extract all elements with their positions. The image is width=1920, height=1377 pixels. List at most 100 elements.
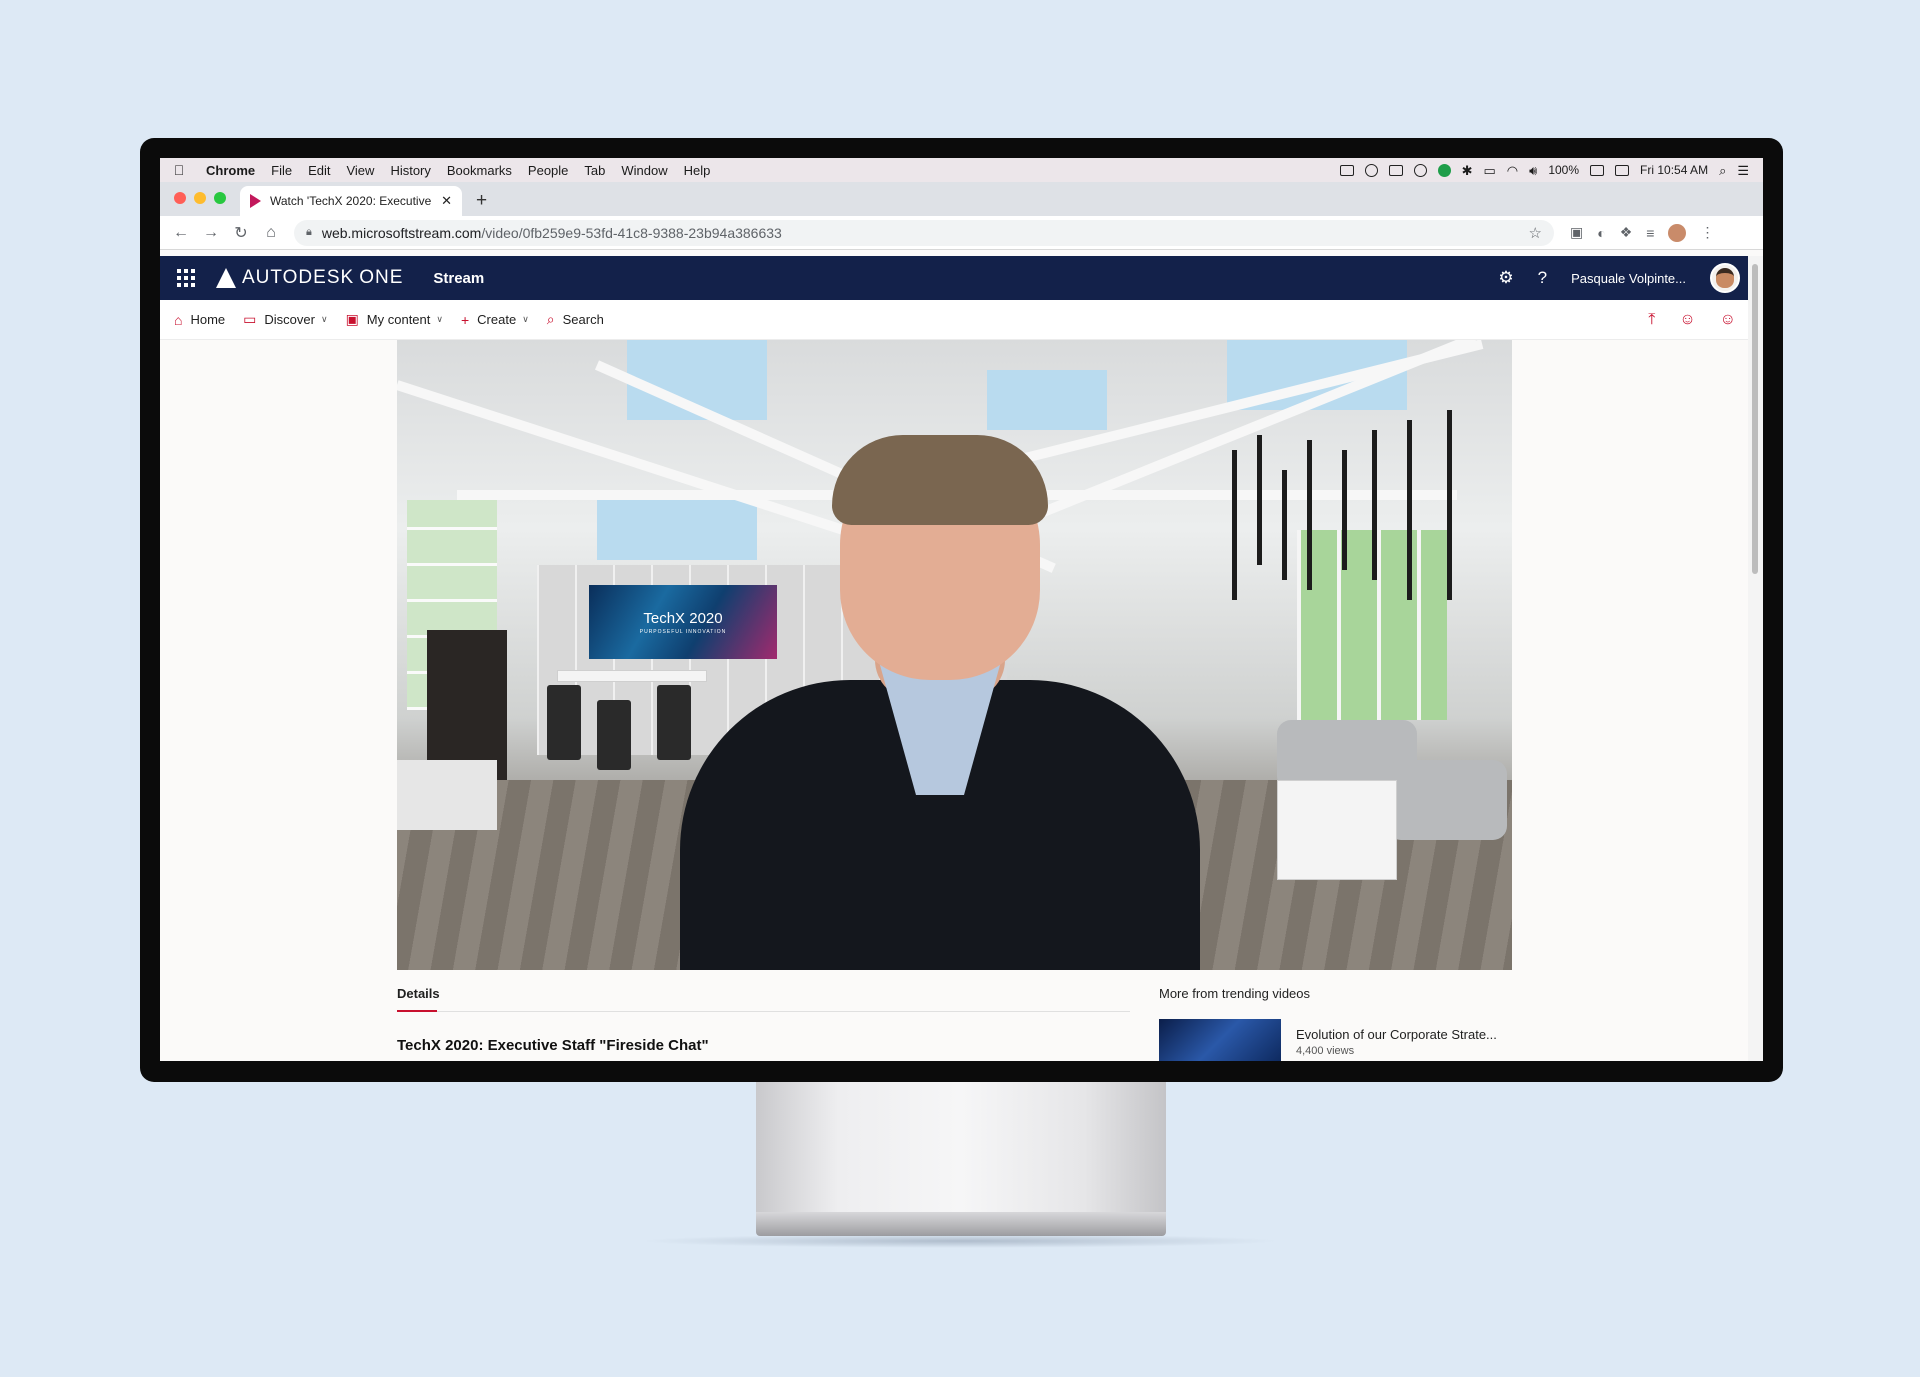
trending-video-title[interactable]: Evolution of our Corporate Strate... xyxy=(1296,1027,1497,1042)
nav-discover[interactable]: ▭ Discover ∨ xyxy=(243,311,327,328)
brand-name: AUTODESK xyxy=(242,267,355,288)
stream-nav: ⌂ Home ▭ Discover ∨ ▣ My content ∨ + Cre… xyxy=(160,300,1748,340)
stand-shadow xyxy=(640,1234,1280,1248)
nav-create-label: Create xyxy=(477,312,517,327)
apple-icon[interactable]:  xyxy=(160,162,198,178)
nav-search-label: Search xyxy=(562,312,604,327)
spotlight-icon[interactable]: ⌕ xyxy=(1719,164,1726,177)
people-icon[interactable]: ☺︎ xyxy=(1679,311,1695,329)
plus-icon: + xyxy=(460,311,470,328)
feedback-smiley-icon[interactable]: ☺ xyxy=(1720,311,1736,329)
header-actions: ⚙ ? Pasquale Volpinte... xyxy=(1498,263,1748,293)
menu-app-name[interactable]: Chrome xyxy=(198,163,263,178)
nav-my-content[interactable]: ▣ My content ∨ xyxy=(346,311,443,328)
control-center-icon[interactable]: ☰ xyxy=(1737,164,1749,177)
home-icon: ⌂ xyxy=(174,311,183,328)
reload-button[interactable]: ↻ xyxy=(226,223,256,243)
nav-home[interactable]: ⌂ Home xyxy=(174,312,225,328)
url-path: /video/0fb259e9-53fd-41c8-9388-23b94a386… xyxy=(481,224,782,241)
volume-icon[interactable]: 🔊︎ xyxy=(1529,164,1537,177)
chrome-profile-avatar[interactable] xyxy=(1668,223,1687,242)
user-avatar[interactable] xyxy=(1710,263,1740,293)
lock-icon[interactable]: 🔒︎ xyxy=(306,226,312,239)
dark-mode-extension-icon[interactable]: ◐ xyxy=(1597,225,1605,241)
creative-cloud-icon[interactable] xyxy=(1364,163,1378,177)
close-window-button[interactable] xyxy=(174,192,186,204)
nav-create[interactable]: + Create ∨ xyxy=(461,312,529,328)
user-name[interactable]: Pasquale Volpinte... xyxy=(1571,271,1686,286)
forward-button[interactable]: → xyxy=(196,224,226,242)
tab-details[interactable]: Details xyxy=(397,986,440,1001)
tab-strip: Watch 'TechX 2020: Executive ✕ + xyxy=(160,182,1763,216)
nav-discover-label: Discover xyxy=(264,312,315,327)
screen:  Chrome File Edit View History Bookmark… xyxy=(160,158,1763,1061)
menu-people[interactable]: People xyxy=(520,163,576,178)
monitor-stand-base xyxy=(756,1212,1166,1236)
tab-title: Watch 'TechX 2020: Executive xyxy=(270,194,432,208)
extensions-area: ▣ ◐ ❖ ≡ ⋮ xyxy=(1570,223,1714,242)
nav-my-content-label: My content xyxy=(366,312,431,327)
app-status-icon[interactable] xyxy=(1437,163,1451,177)
back-button[interactable]: ← xyxy=(166,224,196,242)
url-host: web.microsoftstream.com xyxy=(321,224,482,241)
menu-tab[interactable]: Tab xyxy=(576,163,613,178)
sync-icon[interactable] xyxy=(1413,163,1427,177)
autodesk-logo[interactable]: AUTODESK ONE xyxy=(216,267,403,289)
new-tab-button[interactable]: + xyxy=(476,190,487,212)
wifi-icon[interactable]: ◠ xyxy=(1507,164,1518,177)
trending-heading: More from trending videos xyxy=(1159,986,1311,1001)
menu-view[interactable]: View xyxy=(338,163,382,178)
menu-window[interactable]: Window xyxy=(613,163,675,178)
bookmark-star-icon[interactable]: ☆ xyxy=(1529,224,1542,242)
menu-file[interactable]: File xyxy=(263,163,300,178)
battery-percent: 100% xyxy=(1548,163,1580,177)
chrome-menu-icon[interactable]: ⋮ xyxy=(1700,224,1714,241)
video-player[interactable]: TechX 2020 PURPOSEFUL INNOVATION xyxy=(397,340,1512,970)
reading-list-icon[interactable]: ≡ xyxy=(1646,225,1654,241)
close-tab-icon[interactable]: ✕ xyxy=(441,193,452,209)
upload-icon[interactable]: ⤒ xyxy=(1648,311,1655,329)
menu-bookmarks[interactable]: Bookmarks xyxy=(439,163,520,178)
settings-gear-icon[interactable]: ⚙ xyxy=(1498,268,1513,288)
search-icon: ⌕ xyxy=(546,311,555,327)
speaker-figure xyxy=(680,410,1200,970)
menu-history[interactable]: History xyxy=(382,163,438,178)
calendar-icon[interactable] xyxy=(1615,164,1630,176)
browser-tab[interactable]: Watch 'TechX 2020: Executive ✕ xyxy=(240,186,462,216)
menu-help[interactable]: Help xyxy=(676,163,719,178)
menubar-clock[interactable]: Fri 10:54 AM xyxy=(1640,163,1708,177)
screenshot-extension-icon[interactable]: ▣ xyxy=(1570,224,1583,241)
autodesk-logo-icon xyxy=(216,268,236,288)
menu-edit[interactable]: Edit xyxy=(300,163,338,178)
bluetooth-icon[interactable]: ✱ xyxy=(1462,164,1473,177)
app-launcher-icon[interactable] xyxy=(160,269,212,287)
display-icon[interactable] xyxy=(1388,164,1403,176)
monitor-stand xyxy=(756,1082,1166,1214)
address-bar-row: ← → ↻ ⌂ 🔒︎ web.microsoftstream.com/video… xyxy=(160,216,1763,250)
chevron-down-icon: ∨ xyxy=(320,314,328,324)
mac-menubar:  Chrome File Edit View History Bookmark… xyxy=(160,158,1763,182)
nav-search[interactable]: ⌕ Search xyxy=(547,311,604,328)
app-name[interactable]: Stream xyxy=(433,270,484,287)
details-divider xyxy=(397,1011,1130,1012)
nav-home-label: Home xyxy=(190,312,226,327)
minimize-window-button[interactable] xyxy=(194,192,206,204)
extensions-puzzle-icon[interactable]: ❖ xyxy=(1620,224,1633,241)
nav-actions: ⤒ ☺︎ ☺ xyxy=(1648,311,1748,329)
help-icon[interactable]: ? xyxy=(1538,268,1547,288)
trending-video-views: 4,400 views xyxy=(1296,1045,1355,1057)
url-field[interactable]: 🔒︎ web.microsoftstream.com/video/0fb259e… xyxy=(294,219,1554,246)
airplay-icon[interactable]: ▭ xyxy=(1483,164,1495,177)
zoom-window-button[interactable] xyxy=(214,192,226,204)
discover-icon: ▭ xyxy=(243,311,257,327)
video-title: TechX 2020: Executive Staff "Fireside Ch… xyxy=(397,1037,709,1054)
trending-video-thumbnail[interactable] xyxy=(1159,1019,1281,1061)
page-scrollbar[interactable] xyxy=(1748,256,1763,1061)
stream-favicon-icon xyxy=(250,194,261,208)
status-area: ✱ ▭ ◠ 🔊︎ 100% Fri 10:54 AM ⌕ ☰ xyxy=(1339,163,1763,177)
my-content-icon: ▣ xyxy=(345,311,359,327)
details-tab-underline xyxy=(397,1010,437,1012)
battery-icon[interactable] xyxy=(1590,164,1605,176)
camera-status-icon[interactable] xyxy=(1339,164,1354,176)
home-button[interactable]: ⌂ xyxy=(256,224,286,242)
